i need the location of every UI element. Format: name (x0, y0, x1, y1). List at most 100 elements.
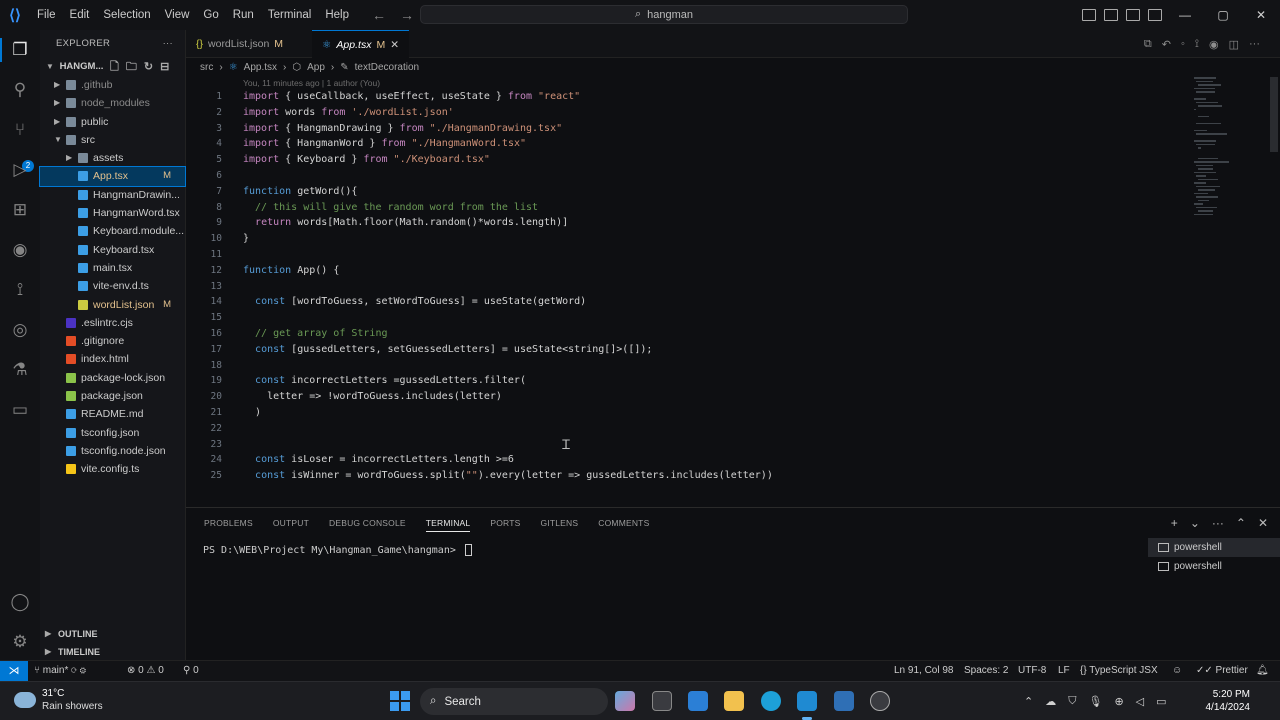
code-line[interactable]: letter => !wordToGuess.includes(letter) (243, 389, 502, 405)
indentation[interactable]: Spaces: 2 (964, 661, 1008, 681)
tree-file[interactable]: tsconfig.json (40, 424, 185, 442)
menu-terminal[interactable]: Terminal (261, 0, 318, 30)
tree-folder[interactable]: ▶ node_modules (40, 94, 185, 112)
notifications-bell-icon[interactable]: 🔔︎ (1256, 661, 1269, 681)
code-line[interactable]: const [gussedLetters, setGuessedLetters]… (243, 342, 652, 358)
play-icon[interactable]: ◉ (1209, 38, 1219, 51)
menu-selection[interactable]: Selection (96, 0, 157, 30)
more-actions-icon[interactable]: ··· (163, 30, 173, 58)
tree-file[interactable]: tsconfig.node.json (40, 442, 185, 460)
prettier-status[interactable]: ✓✓ Prettier (1196, 661, 1248, 681)
vscode-taskbar-icon[interactable] (797, 691, 817, 711)
tab-wordlist-json[interactable]: {} wordList.json M (186, 30, 293, 58)
feedback-icon[interactable]: ☺ (1172, 661, 1182, 681)
tree-file[interactable]: Keyboard.module... (40, 222, 185, 240)
menu-edit[interactable]: Edit (63, 0, 97, 30)
tree-file[interactable]: App.tsx M (39, 166, 186, 187)
comments-icon[interactable]: ▭ (8, 398, 32, 422)
tree-folder[interactable]: ▶ .github (40, 76, 185, 94)
tree-folder[interactable]: ▶ assets (40, 149, 185, 167)
task-view-icon[interactable] (652, 691, 672, 711)
code-line[interactable]: import { Keyboard } from "./Keyboard.tsx… (243, 152, 490, 168)
open-changes-icon[interactable]: ◦ (1181, 38, 1185, 50)
git-branch[interactable]: ⑂ main* ⟳ ⚙ (34, 661, 86, 681)
command-center-search[interactable]: ⌕ hangman (420, 5, 908, 24)
code-line[interactable]: function getWord(){ (243, 184, 357, 200)
tab-comments[interactable]: COMMENTS (598, 518, 649, 528)
maximize-panel-icon[interactable]: ⌃ (1236, 516, 1246, 530)
language-mode[interactable]: {} TypeScript JSX (1080, 661, 1158, 681)
chevron-down-icon[interactable]: ⌄ (1190, 516, 1200, 530)
minimize-icon[interactable]: — (1166, 0, 1204, 30)
code-line[interactable]: const [wordToGuess, setWordToGuess] = us… (243, 294, 586, 310)
more-actions-icon[interactable]: ··· (1212, 516, 1224, 530)
search-view-icon[interactable]: ⚲ (8, 78, 32, 102)
outline-section[interactable]: ▶ OUTLINE (40, 625, 186, 643)
close-panel-icon[interactable]: ✕ (1258, 516, 1268, 530)
tree-file[interactable]: README.md (40, 405, 185, 423)
refresh-icon[interactable]: ↻ (144, 58, 153, 76)
tree-file[interactable]: package-lock.json (40, 369, 185, 387)
settings-app-icon[interactable] (870, 691, 890, 711)
menu-view[interactable]: View (158, 0, 197, 30)
tree-file[interactable]: HangmanDrawin... (40, 186, 185, 204)
go-back-icon[interactable]: ↶ (1162, 38, 1171, 51)
settings-gear-icon[interactable]: ⚙ (8, 630, 32, 654)
copilot-icon[interactable] (615, 691, 635, 711)
close-tab-icon[interactable]: ✕ (390, 39, 399, 51)
tab-debug-console[interactable]: DEBUG CONSOLE (329, 518, 406, 528)
terminal-instance[interactable]: powershell (1148, 538, 1280, 557)
code-line[interactable]: import { HangmanDrawing } from "./Hangma… (243, 121, 562, 137)
code-line[interactable]: // get array of String (243, 326, 387, 342)
ports-status[interactable]: ⚲ 0 (183, 661, 199, 681)
compare-icon[interactable]: ⧉ (1144, 38, 1152, 51)
code-line[interactable]: function App() { (243, 263, 339, 279)
microsoft-store-icon[interactable] (688, 691, 708, 711)
code-line[interactable]: import words from './wordList.json' (243, 105, 454, 121)
menu-go[interactable]: Go (196, 0, 225, 30)
tree-file[interactable]: index.html (40, 350, 185, 368)
tree-file[interactable]: main.tsx (40, 259, 185, 277)
run-debug-icon[interactable]: ▷ (8, 158, 32, 182)
onedrive-icon[interactable]: ☁ (1045, 695, 1056, 708)
microphone-icon[interactable]: 🎙︎ (1088, 695, 1102, 708)
network-icon[interactable]: ⊕ (1114, 695, 1123, 708)
toggle-sidebar-icon[interactable] (1082, 9, 1096, 21)
account-icon[interactable]: ◯ (8, 590, 32, 614)
problems-status[interactable]: ⊗ 0 ⚠ 0 (127, 661, 164, 681)
back-arrow-icon[interactable]: ← (372, 7, 386, 23)
end-of-line[interactable]: LF (1058, 661, 1070, 681)
collapse-all-icon[interactable]: ⊟ (160, 58, 169, 76)
tab-ports[interactable]: PORTS (490, 518, 520, 528)
new-terminal-icon[interactable]: + (1171, 516, 1178, 530)
new-file-icon[interactable]: 🗋 (110, 58, 119, 76)
maximize-icon[interactable]: ▢ (1204, 0, 1242, 30)
code-line[interactable]: return words[Math.floor(Math.random()*wo… (243, 215, 568, 231)
code-line[interactable]: import { HangmanWord } from "./HangmanWo… (243, 136, 526, 152)
code-line[interactable]: ) (243, 405, 261, 421)
menu-file[interactable]: File (30, 0, 63, 30)
gitlens-icon[interactable]: ⟟ (8, 278, 32, 302)
code-line[interactable]: const isLoser = incorrectLetters.length … (243, 452, 514, 468)
battery-icon[interactable]: ▭ (1156, 695, 1166, 708)
tree-folder[interactable]: ▶ public (40, 113, 185, 131)
editor-scrollbar[interactable] (1270, 77, 1278, 152)
forward-arrow-icon[interactable]: → (400, 7, 414, 23)
tree-file[interactable]: .gitignore (40, 332, 185, 350)
breadcrumb-symbol[interactable]: textDecoration (355, 62, 419, 73)
tree-file[interactable]: package.json (40, 387, 185, 405)
toggle-panel-icon[interactable] (1104, 9, 1118, 21)
code-editor[interactable]: You, 11 minutes ago | 1 author (You) 123… (186, 77, 1280, 507)
github-icon[interactable]: ◉ (8, 238, 32, 262)
minimap[interactable] (1194, 77, 1264, 227)
chevron-up-icon[interactable]: ⌃ (1024, 695, 1033, 708)
volume-icon[interactable]: ◁ (1136, 695, 1144, 708)
toggle-secondary-sidebar-icon[interactable] (1126, 9, 1140, 21)
more-actions-icon[interactable]: ··· (1249, 38, 1260, 50)
file-explorer-icon[interactable] (724, 691, 744, 711)
breadcrumb-src[interactable]: src (200, 62, 213, 73)
explorer-icon[interactable]: ❐ (8, 38, 32, 62)
edge-browser-icon[interactable] (761, 691, 781, 711)
split-editor-icon[interactable]: ◫ (1229, 38, 1239, 51)
new-folder-icon[interactable]: 🗀 (126, 58, 137, 76)
